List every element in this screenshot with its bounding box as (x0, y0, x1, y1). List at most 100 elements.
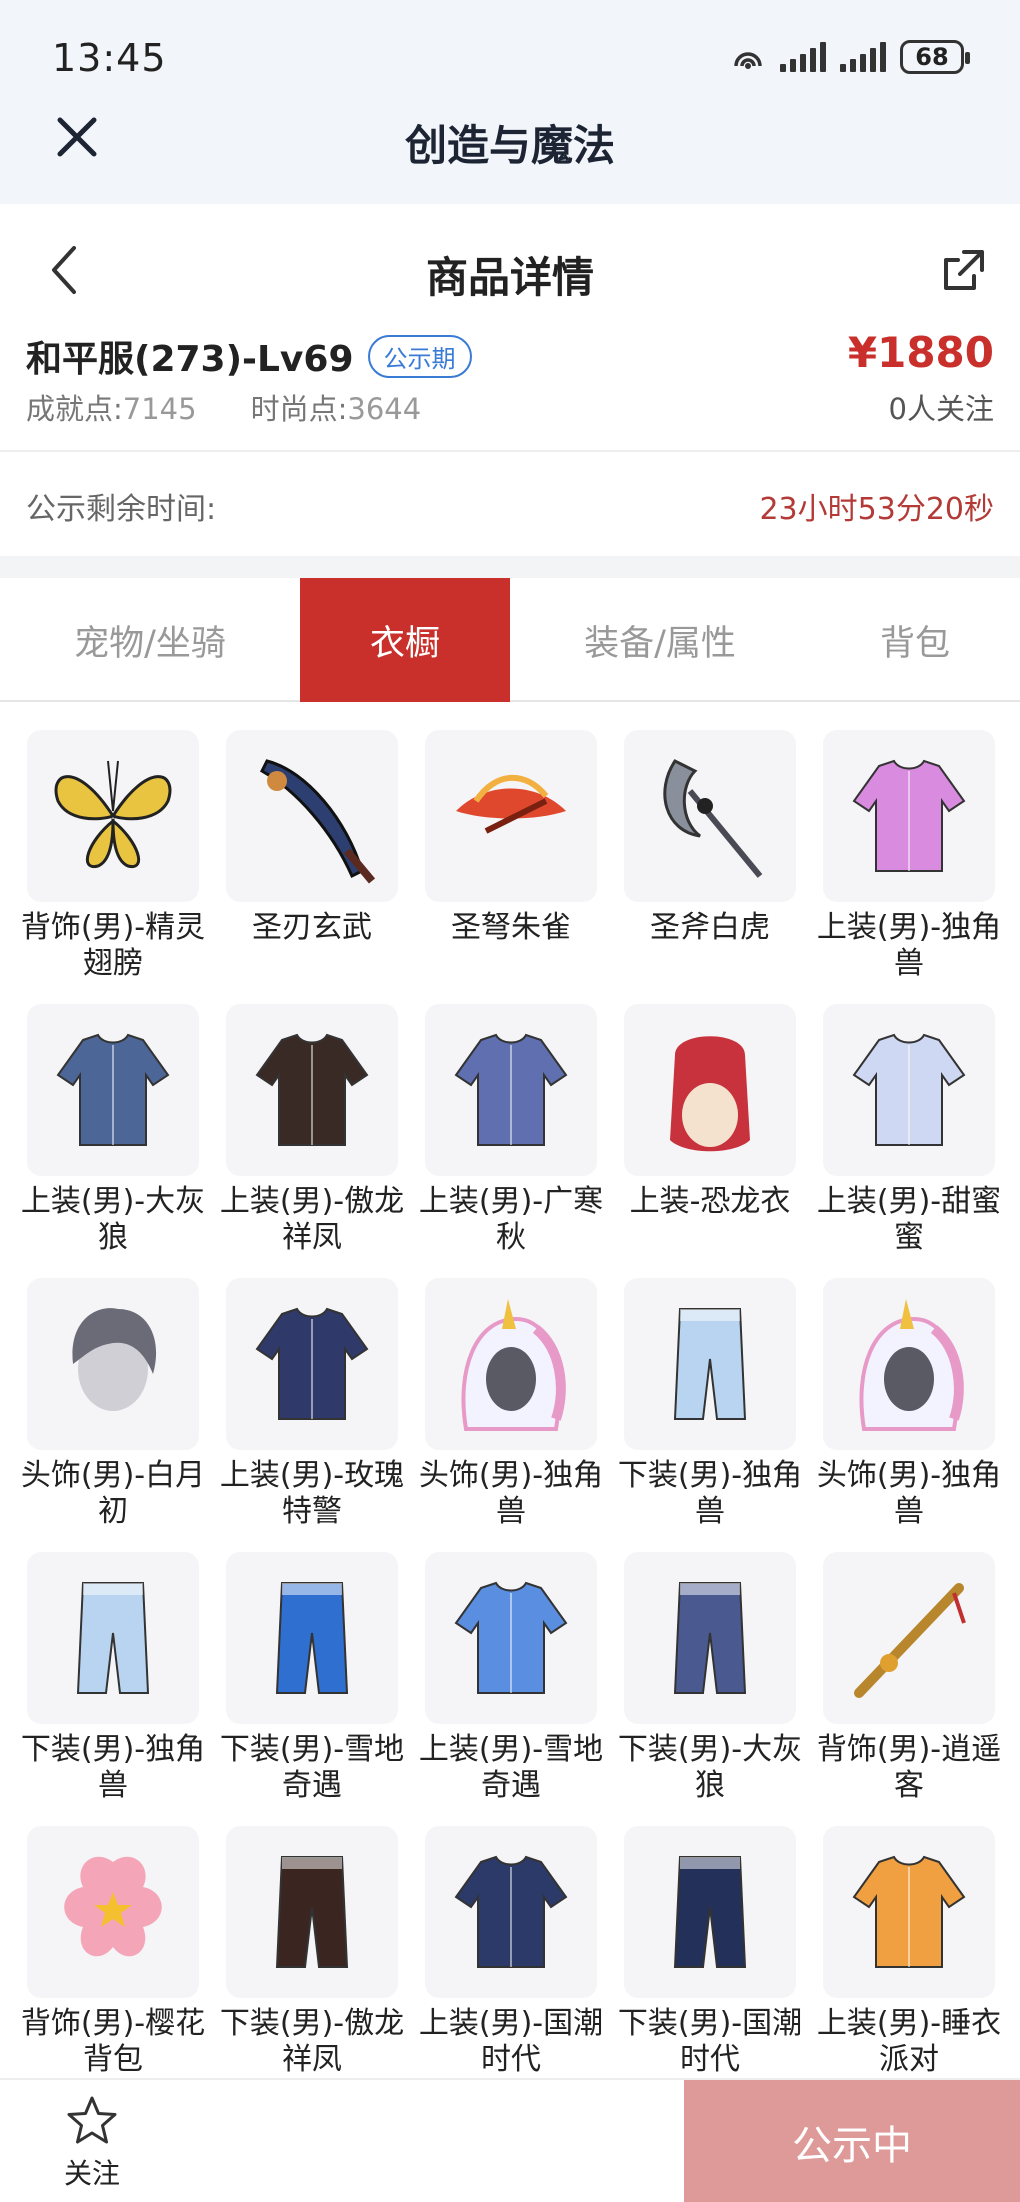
wardrobe-item[interactable]: 上装(男)-雪地奇遇 (419, 1552, 603, 1826)
status-time: 13:45 (52, 36, 167, 80)
navy-pants-icon (673, 1856, 747, 1968)
item-label: 下装(男)-独角兽 (20, 1732, 206, 1803)
product-name-row: 和平服(273)-Lv69 公示期 (26, 330, 472, 382)
item-label: 下装(男)-大灰狼 (617, 1732, 803, 1803)
section-gap (0, 556, 1020, 578)
rainbow-wings-outfit-icon (852, 759, 966, 872)
item-thumbnail (425, 1552, 597, 1724)
item-label: 下装(男)-国潮时代 (617, 2006, 803, 2077)
sakura-bag-icon (64, 1856, 162, 1957)
wardrobe-item[interactable]: 上装(男)-国潮时代 (419, 1826, 603, 2078)
wardrobe-item[interactable]: 上装-恐龙衣 (623, 1004, 797, 1278)
wardrobe-item[interactable]: 下装(男)-大灰狼 (618, 1552, 802, 1826)
tab-backpack[interactable]: 背包 (810, 578, 1020, 702)
item-label: 上装(男)-广寒秋 (418, 1184, 604, 1255)
apron-outfit-icon (56, 1033, 170, 1146)
remaining-time-row: 公示剩余时间: 23小时53分20秒 (0, 452, 1020, 556)
unicorn-hood-icon (859, 1299, 964, 1431)
top-area: 13:45 68 创造与魔法 (0, 0, 1020, 204)
wardrobe-item[interactable]: 上装(男)-傲龙祥凤 (220, 1004, 404, 1278)
item-label: 上装(男)-大灰狼 (20, 1184, 206, 1255)
wardrobe-item[interactable]: 背饰(男)-樱花背包 (21, 1826, 205, 2078)
item-thumbnail (823, 730, 995, 902)
wardrobe-item[interactable]: 上装(男)-独角兽 (817, 730, 1001, 1004)
item-label: 背饰(男)-樱花背包 (20, 2006, 206, 2077)
wardrobe-item[interactable]: 下装(男)-国潮时代 (618, 1826, 802, 2078)
tab-wardrobe[interactable]: 衣橱 (300, 578, 510, 702)
hair-icon (72, 1308, 157, 1411)
butterfly-wings-icon (54, 760, 172, 868)
wardrobe-item[interactable]: 上装(男)-玫瑰特警 (220, 1278, 404, 1552)
item-label: 上装(男)-甜蜜蜜 (816, 1184, 1002, 1255)
wardrobe-item[interactable]: 头饰(男)-独角兽 (419, 1278, 603, 1552)
kimono-icon (454, 1855, 568, 1968)
item-label: 上装(男)-独角兽 (816, 910, 1002, 981)
tab-bar: 宠物/坐骑 衣橱 装备/属性 背包 (0, 578, 1020, 702)
wardrobe-item[interactable]: 圣斧白虎 (623, 730, 797, 1004)
item-label: 下装(男)-独角兽 (617, 1458, 803, 1529)
share-icon[interactable] (940, 248, 986, 294)
wardrobe-item[interactable]: 上装(男)-睡衣派对 (817, 1826, 1001, 2078)
wardrobe-item[interactable]: 下装(男)-独角兽 (21, 1552, 205, 1826)
item-label: 下装(男)-雪地奇遇 (219, 1732, 405, 1803)
wardrobe-item[interactable]: 头饰(男)-独角兽 (817, 1278, 1001, 1552)
follow-label: 关注 (63, 2157, 120, 2190)
item-thumbnail (425, 1004, 597, 1176)
dino-suit-icon (670, 1036, 750, 1152)
item-label: 上装(男)-玫瑰特警 (219, 1458, 405, 1529)
wardrobe-item[interactable]: 背饰(男)-逍遥客 (817, 1552, 1001, 1826)
item-label: 圣弩朱雀 (451, 910, 571, 945)
bottom-bar: 关注 公示中 (0, 2078, 1020, 2202)
flute-icon (854, 1583, 966, 1698)
item-thumbnail (27, 1278, 199, 1450)
dragon-robe-icon (255, 1033, 369, 1146)
wardrobe-item[interactable]: 下装(男)-傲龙祥凤 (220, 1826, 404, 2078)
product-info: 和平服(273)-Lv69 公示期 ¥1880 成就点:7145 时尚点:364… (0, 324, 1020, 450)
pajama-icon (852, 1855, 966, 1968)
crossbow-icon (456, 774, 566, 834)
wardrobe-item[interactable]: 圣刃玄武 (225, 730, 399, 1004)
item-thumbnail (823, 1278, 995, 1450)
remaining-time-value: 23小时53分20秒 (759, 492, 994, 527)
wardrobe-item[interactable]: 头饰(男)-白月初 (21, 1278, 205, 1552)
product-price: ¥1880 (847, 328, 994, 377)
item-thumbnail (27, 1004, 199, 1176)
tab-pets-mounts[interactable]: 宠物/坐骑 (0, 578, 300, 702)
follow-button[interactable]: 关注 (40, 2094, 144, 2194)
signal-icon-2 (840, 42, 886, 72)
wardrobe-item[interactable]: 圣弩朱雀 (424, 730, 598, 1004)
item-label: 头饰(男)-独角兽 (816, 1458, 1002, 1529)
dark-pants-icon (275, 1856, 349, 1968)
snow-pants-icon (275, 1582, 349, 1694)
blade-icon (260, 759, 376, 884)
item-label: 背饰(男)-精灵翅膀 (20, 910, 206, 981)
tab-equipment-attributes[interactable]: 装备/属性 (510, 578, 810, 702)
item-thumbnail (624, 1004, 796, 1176)
wardrobe-item[interactable]: 下装(男)-雪地奇遇 (220, 1552, 404, 1826)
wardrobe-item[interactable]: 上装(男)-大灰狼 (21, 1004, 205, 1278)
item-label: 上装-恐龙衣 (629, 1184, 791, 1219)
wardrobe-item[interactable]: 背饰(男)-精灵翅膀 (21, 730, 205, 1004)
item-label: 背饰(男)-逍遥客 (816, 1732, 1002, 1803)
item-thumbnail (425, 1826, 597, 1998)
item-label: 上装(男)-国潮时代 (418, 2006, 604, 2077)
item-thumbnail (226, 1826, 398, 1998)
public-status-button[interactable]: 公示中 (684, 2080, 1020, 2202)
item-thumbnail (226, 1278, 398, 1450)
item-thumbnail (226, 1552, 398, 1724)
item-thumbnail (823, 1826, 995, 1998)
item-thumbnail (624, 730, 796, 902)
axe-icon (663, 759, 763, 878)
item-thumbnail (425, 730, 597, 902)
page-header: 商品详情 (0, 204, 1020, 334)
item-thumbnail (624, 1826, 796, 1998)
wardrobe-item[interactable]: 上装(男)-广寒秋 (419, 1004, 603, 1278)
fur-robe-icon (454, 1033, 568, 1146)
wardrobe-item[interactable]: 上装(男)-甜蜜蜜 (817, 1004, 1001, 1278)
wardrobe-item[interactable]: 下装(男)-独角兽 (618, 1278, 802, 1552)
item-thumbnail (27, 1826, 199, 1998)
snow-jacket-icon (454, 1581, 568, 1694)
item-thumbnail (425, 1278, 597, 1450)
item-thumbnail (27, 1552, 199, 1724)
item-thumbnail (226, 730, 398, 902)
